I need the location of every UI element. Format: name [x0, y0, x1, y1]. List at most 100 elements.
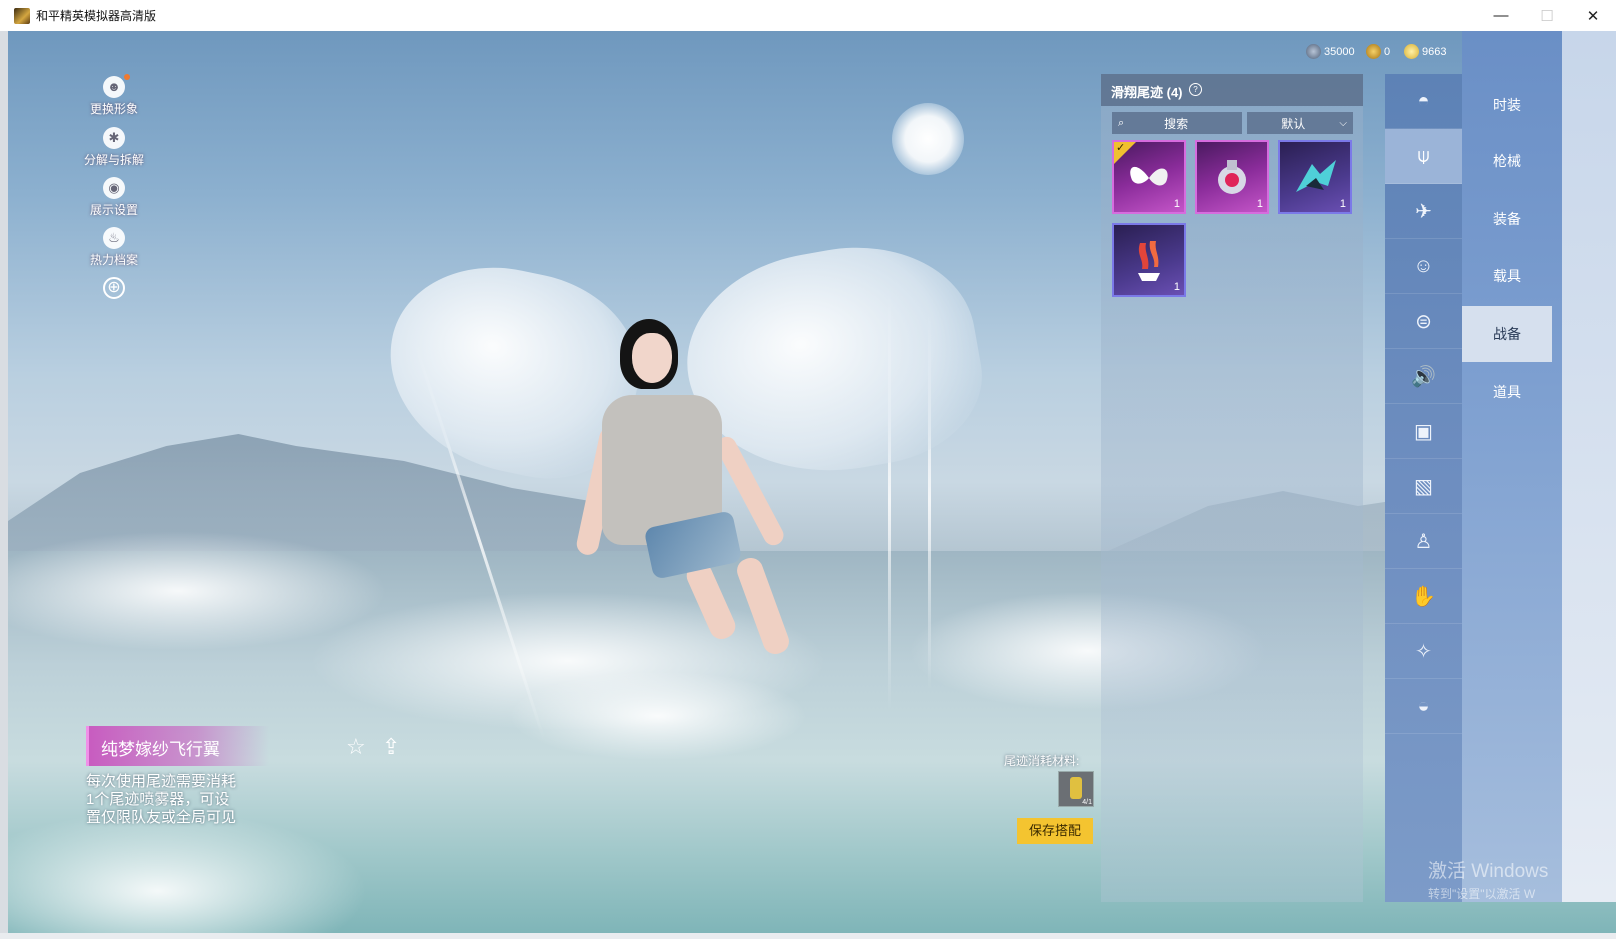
- notification-dot: [124, 74, 130, 80]
- tab-vehicles[interactable]: 载具: [1462, 248, 1552, 304]
- watermark-line2: 转到"设置"以激活 W: [1428, 887, 1536, 901]
- gold-coin-icon: [1366, 44, 1381, 59]
- zoom-tool[interactable]: ⊕: [74, 277, 154, 299]
- description-line: 每次使用尾迹需要消耗: [86, 773, 237, 790]
- share-icon[interactable]: ⇪: [382, 734, 400, 760]
- right-gutter: [1562, 31, 1616, 902]
- silver-coin-icon: [1404, 44, 1419, 59]
- save-outfit-button[interactable]: 保存搭配: [1017, 818, 1093, 844]
- tab-weapons[interactable]: 枪械: [1462, 133, 1552, 189]
- window-controls: — ☐ ✕: [1478, 0, 1616, 31]
- change-avatar-tool[interactable]: ☻ 更换形象: [74, 74, 154, 117]
- speaker-icon: 🔊: [1411, 365, 1436, 388]
- nav-photo[interactable]: ▧: [1385, 459, 1462, 514]
- decompose-tool[interactable]: ✱ 分解与拆解: [74, 127, 154, 168]
- panel-title: 滑翔尾迹 (4): [1111, 85, 1183, 100]
- chevron-down-icon: ⌵: [1339, 117, 1347, 129]
- item-name-banner: 纯梦嫁纱飞行翼: [86, 726, 269, 766]
- title-bar: 和平精英模拟器高清版 — ☐ ✕: [0, 0, 1616, 32]
- maximize-button[interactable]: ☐: [1524, 0, 1570, 31]
- trail-slot-flame[interactable]: 1: [1112, 223, 1186, 297]
- badge-icon: ▣: [1414, 420, 1433, 443]
- currency-value: 35000: [1324, 45, 1355, 58]
- description-line: 置仅限队友或全局可见: [86, 809, 237, 826]
- minimize-button[interactable]: —: [1478, 0, 1524, 31]
- dragon-trail-icon: [1296, 160, 1336, 192]
- material-count: 4/1: [1082, 799, 1092, 806]
- close-window-button[interactable]: ✕: [1570, 0, 1616, 31]
- sort-value: 默认: [1281, 116, 1306, 131]
- slot-quantity: 1: [1256, 198, 1263, 210]
- nav-robot[interactable]: ⊜: [1385, 294, 1462, 349]
- material-slot[interactable]: 4/1: [1058, 771, 1094, 807]
- currency-value: 9663: [1422, 45, 1447, 58]
- mech-trail-icon: [1218, 160, 1246, 194]
- photo-icon: ▧: [1414, 475, 1433, 498]
- trail-slot-wings[interactable]: ✓ 1: [1112, 140, 1186, 214]
- eye-icon: ◉: [103, 177, 125, 199]
- app-logo-icon: [14, 7, 30, 24]
- sparkle-icon: ✧: [1415, 640, 1432, 663]
- help-icon[interactable]: ?: [1189, 83, 1202, 96]
- description-line: 1个尾迹喷雾器，可设: [86, 791, 230, 808]
- window-left-border: [0, 31, 8, 939]
- cloud: [508, 671, 808, 761]
- slot-quantity: 1: [1173, 198, 1180, 210]
- currency-gold: 0: [1366, 44, 1390, 59]
- heat-archive-tool[interactable]: ♨ 热力档案: [74, 227, 154, 268]
- avatar-icon: ☻: [103, 76, 125, 98]
- tool-label: 展示设置: [89, 203, 138, 217]
- currency-value: 0: [1384, 45, 1391, 58]
- tab-fashion[interactable]: 时装: [1462, 77, 1552, 133]
- flame-icon: ♨: [103, 227, 125, 249]
- nav-emote[interactable]: ☺: [1385, 239, 1462, 294]
- nav-spray[interactable]: ♙: [1385, 514, 1462, 569]
- spray-icon: ♙: [1414, 530, 1433, 553]
- search-input[interactable]: ⌕ 搜索: [1112, 112, 1242, 134]
- watermark-line1: 激活 Windows: [1428, 861, 1549, 882]
- currency-silver: 9663: [1404, 44, 1446, 59]
- diamond-coin-icon: [1306, 44, 1321, 59]
- currency-diamond: 35000: [1306, 44, 1355, 59]
- check-icon: ✓: [1116, 142, 1126, 154]
- windows-activation-watermark: 激活 Windows 转到"设置"以激活 W: [1428, 856, 1548, 902]
- category-label-column: 时装 枪械 装备 载具 战备 道具: [1462, 31, 1562, 902]
- bottom-border: [0, 933, 1616, 939]
- item-name: 纯梦嫁纱飞行翼: [101, 740, 220, 759]
- slot-quantity: 1: [1339, 198, 1346, 210]
- glider-icon: ⍦: [1417, 144, 1430, 167]
- display-settings-tool[interactable]: ◉ 展示设置: [74, 177, 154, 218]
- hand-icon: ✋: [1411, 585, 1436, 608]
- trail-slot-mech[interactable]: 1: [1195, 140, 1269, 214]
- material-label: 尾迹消耗材料:: [1004, 754, 1080, 768]
- decompose-icon: ✱: [103, 127, 125, 149]
- spray-bottle-icon: [1070, 777, 1082, 799]
- nav-hand[interactable]: ✋: [1385, 569, 1462, 624]
- trail-slot-dragon[interactable]: 1: [1278, 140, 1352, 214]
- nav-badge[interactable]: ▣: [1385, 404, 1462, 459]
- nav-glider[interactable]: ⍦: [1385, 129, 1462, 184]
- sort-dropdown[interactable]: 默认 ⌵: [1247, 112, 1353, 134]
- character-face: [632, 333, 672, 383]
- nav-helmet[interactable]: ◓: [1385, 74, 1462, 129]
- helmet-icon: ◓: [1417, 89, 1430, 112]
- nav-turkey[interactable]: ◒: [1385, 679, 1462, 734]
- subcategory-icon-column: ◓ ⍦ ✈ ☺ ⊜ 🔊 ▣ ▧ ♙ ✋ ✧ ◒: [1385, 74, 1462, 902]
- search-placeholder: 搜索: [1164, 116, 1189, 131]
- tool-label: 热力档案: [89, 253, 138, 267]
- nav-speaker[interactable]: 🔊: [1385, 349, 1462, 404]
- tab-battle-gear[interactable]: 战备: [1462, 306, 1552, 362]
- tab-props[interactable]: 道具: [1462, 364, 1552, 420]
- flame-trail-icon: [1138, 241, 1160, 281]
- sun: [892, 103, 964, 175]
- window-title: 和平精英模拟器高清版: [36, 9, 157, 23]
- tool-label: 更换形象: [89, 102, 138, 116]
- item-description: 每次使用尾迹需要消耗 1个尾迹喷雾器，可设 置仅限队友或全局可见: [86, 773, 286, 827]
- nav-plane[interactable]: ✈: [1385, 184, 1462, 239]
- tool-label: 分解与拆解: [83, 153, 144, 167]
- tab-equipment[interactable]: 装备: [1462, 191, 1552, 247]
- robot-icon: ⊜: [1415, 310, 1432, 333]
- favorite-star-icon[interactable]: ☆: [346, 734, 366, 760]
- nav-sparkle[interactable]: ✧: [1385, 624, 1462, 679]
- zoom-in-icon: ⊕: [103, 277, 125, 299]
